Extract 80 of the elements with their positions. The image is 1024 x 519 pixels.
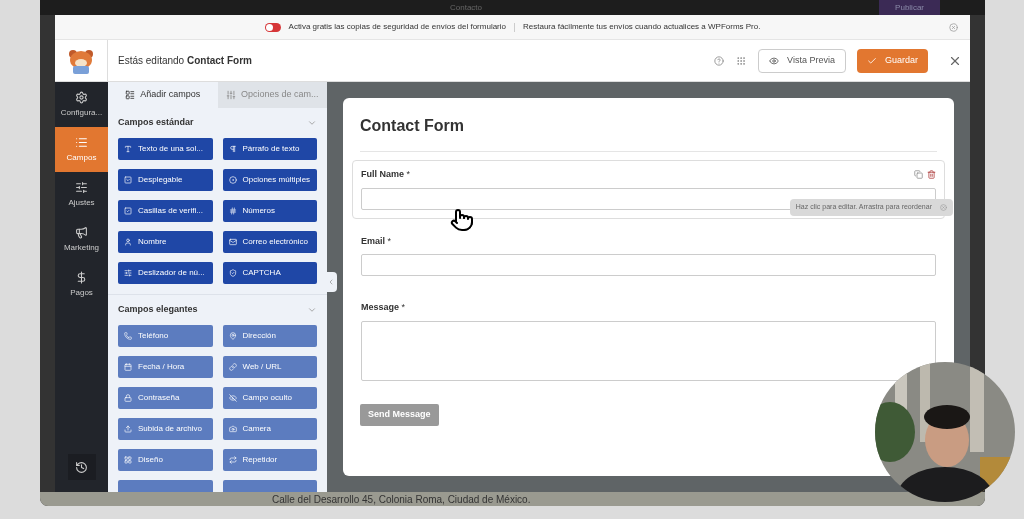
paragraph-icon: [228, 145, 237, 153]
field-button[interactable]: Teléfono: [118, 325, 213, 347]
field-button[interactable]: Correo electrónico: [222, 231, 317, 253]
publish-button[interactable]: Publicar: [879, 0, 940, 15]
nav-item[interactable]: Pagos: [55, 262, 108, 307]
hand-cursor-icon: [450, 207, 474, 233]
form-field[interactable]: Message *: [352, 293, 945, 390]
link-icon: [228, 363, 237, 371]
field-button[interactable]: Web / URL: [222, 356, 317, 378]
chevron-icon[interactable]: [307, 118, 317, 128]
sliders-icon: [225, 90, 236, 100]
upgrade-text: Restaura fácilmente tus envíos cuando actualices a WPForms Pro.: [523, 21, 761, 33]
duplicate-icon[interactable]: [914, 170, 923, 180]
history-icon[interactable]: [75, 460, 88, 474]
hash-icon: [228, 207, 237, 215]
nav-item[interactable]: Marketing: [55, 217, 108, 262]
help-icon[interactable]: [714, 55, 725, 66]
form-title: Contact Form: [360, 114, 937, 152]
nav-item[interactable]: Ajustes: [55, 172, 108, 217]
user-icon: [124, 238, 132, 246]
chevron-icon[interactable]: [307, 305, 317, 315]
mail-icon: [228, 238, 237, 246]
radio-icon: [228, 176, 237, 184]
field-button[interactable]: Deslizador de nú...: [118, 262, 213, 284]
form-field[interactable]: Email *: [352, 226, 945, 285]
megaphone-icon: [75, 225, 88, 239]
upload-icon: [124, 425, 132, 433]
field-button[interactable]: Fecha / Hora: [118, 356, 213, 378]
map-pin-icon: [228, 332, 237, 340]
dollar-icon: [75, 270, 88, 284]
field-button[interactable]: Números: [222, 200, 317, 222]
field-button[interactable]: Campo oculto: [222, 387, 317, 409]
camera-icon: [228, 425, 237, 433]
list-icon: [75, 135, 88, 149]
field-button[interactable]: Dirección: [222, 325, 317, 347]
field-button[interactable]: Opciones múltiples: [222, 169, 317, 191]
shield-icon: [228, 269, 237, 277]
delete-icon[interactable]: [927, 170, 936, 180]
collapse-icon[interactable]: [327, 278, 335, 286]
group-title: Campos estándar: [118, 116, 194, 130]
group-title: Campos elegantes: [118, 303, 198, 317]
hidden-icon: [228, 394, 237, 402]
field-button[interactable]: Nombre: [118, 231, 213, 253]
checkbox-icon: [124, 207, 132, 215]
field-button[interactable]: Texto de una sol...: [118, 138, 213, 160]
field-button[interactable]: Subida de archivo: [118, 418, 213, 440]
backup-toggle[interactable]: [264, 22, 281, 32]
page-title: Contacto: [450, 1, 483, 14]
calendar-icon: [124, 363, 132, 371]
check-icon: [866, 55, 877, 66]
nav-item[interactable]: Configura...: [55, 82, 108, 127]
textarea-field[interactable]: [361, 320, 936, 381]
list-icon: [125, 90, 136, 100]
input-field[interactable]: [361, 254, 936, 276]
field-label: Message *: [361, 301, 406, 314]
grid-icon[interactable]: [736, 55, 747, 66]
notice-text: Activa gratis las copias de seguridad de envíos del formulario: [288, 21, 506, 33]
layout-icon: [124, 456, 132, 464]
gear-icon: [75, 90, 88, 104]
field-button[interactable]: Diseño: [118, 449, 213, 471]
eye-icon: [769, 55, 780, 66]
field-button[interactable]: CAPTCHA: [222, 262, 317, 284]
field-button[interactable]: Camera: [222, 418, 317, 440]
field-label: Full Name *: [361, 168, 411, 181]
sliders-icon: [124, 269, 132, 277]
phone-icon: [124, 332, 132, 340]
preview-button[interactable]: Vista Previa: [758, 48, 846, 73]
repeat-icon: [228, 456, 237, 464]
editing-label: Estás editando Contact Form: [118, 54, 252, 68]
field-button[interactable]: Casillas de verifi...: [118, 200, 213, 222]
dropdown-icon: [124, 176, 132, 184]
field-button[interactable]: Desplegable: [118, 169, 213, 191]
field-button[interactable]: Contraseña: [118, 387, 213, 409]
text-icon: [124, 145, 132, 153]
field-button[interactable]: Repetidor: [222, 449, 317, 471]
lock-icon: [124, 394, 132, 402]
address-text: Calle del Desarrollo 45, Colonia Roma, Ciudad de México.: [272, 492, 531, 506]
field-button[interactable]: Párrafo de texto: [222, 138, 317, 160]
field-label: Email *: [361, 234, 392, 248]
sliders-icon: [75, 180, 88, 194]
